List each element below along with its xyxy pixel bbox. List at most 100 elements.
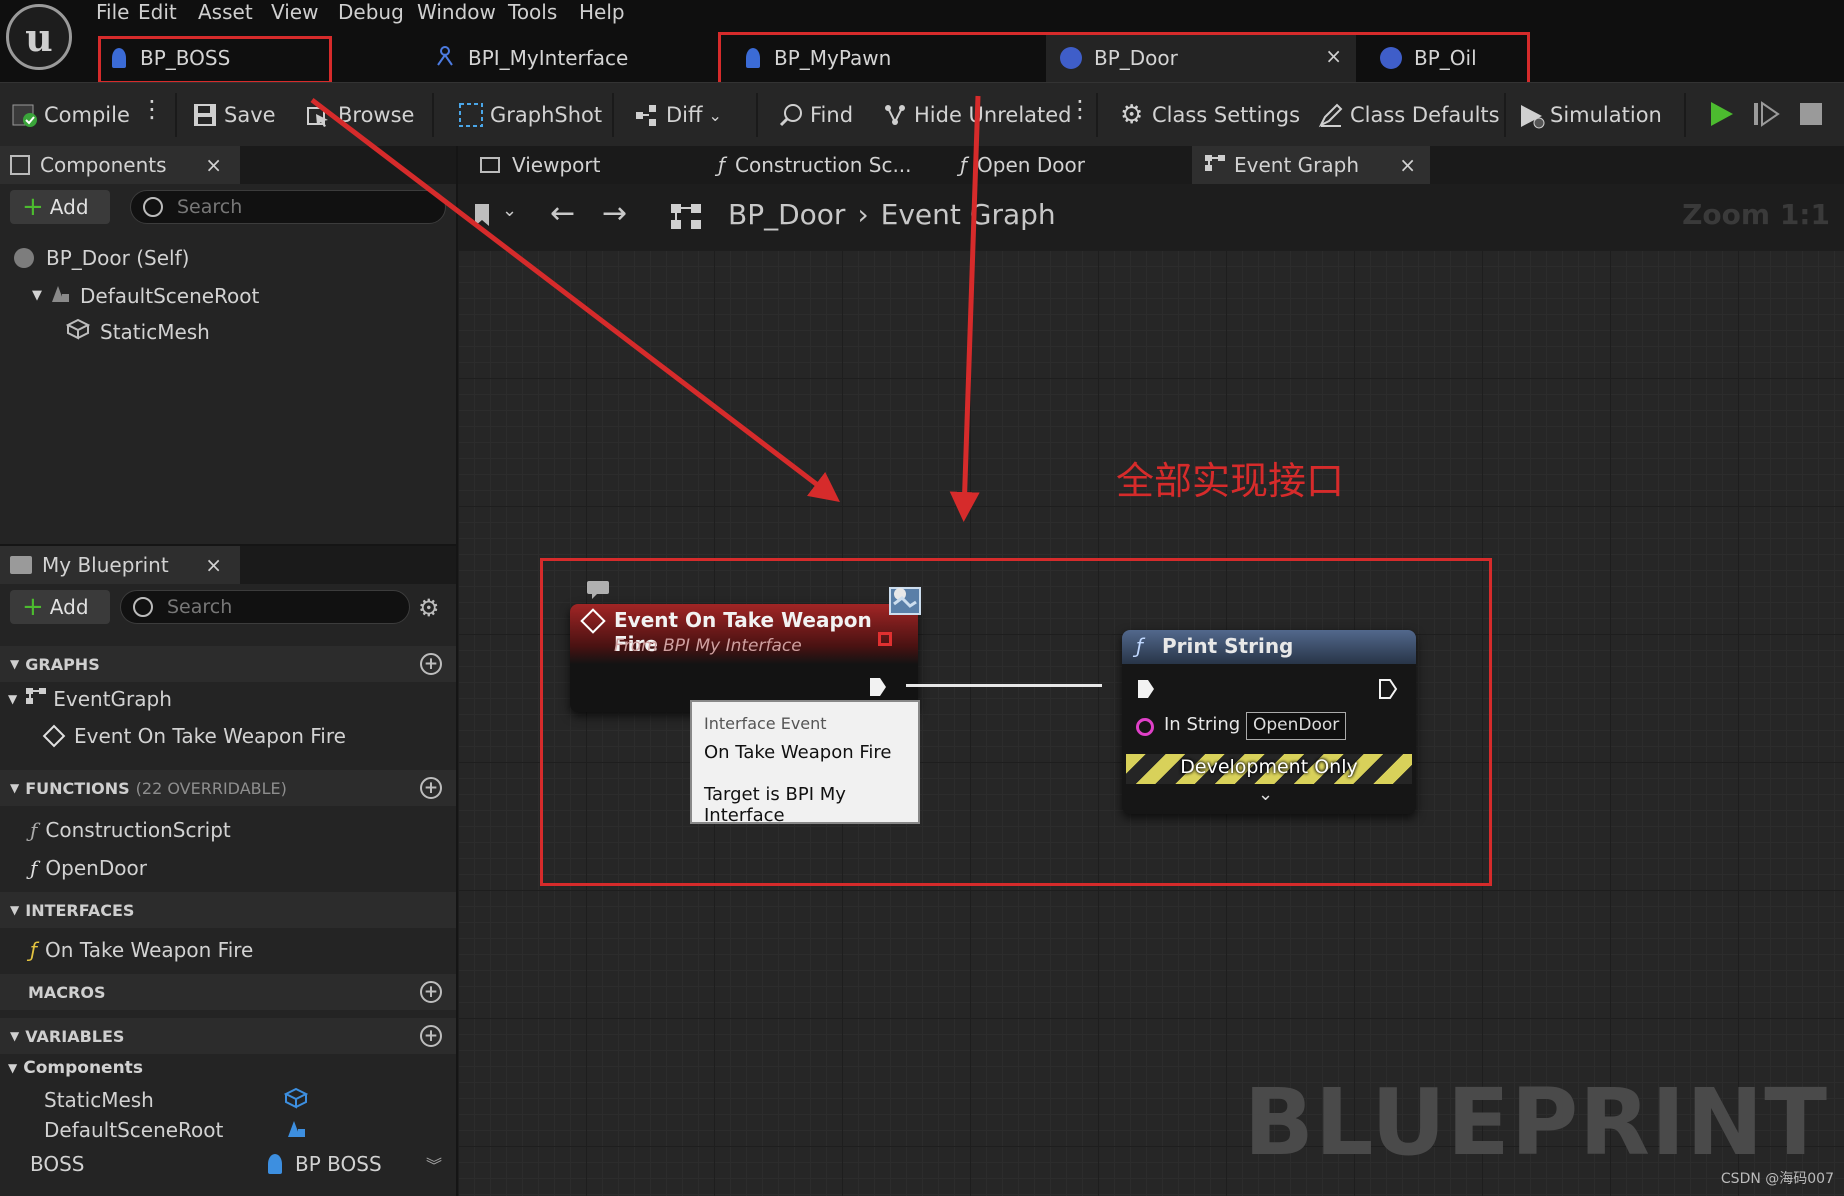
scene-component-type-icon — [286, 1117, 308, 1144]
chevron-down-icon[interactable]: ︾ — [426, 1152, 442, 1176]
variable-type-label: BP BOSS — [295, 1152, 382, 1176]
add-component-button[interactable]: + Add — [10, 190, 110, 224]
close-icon[interactable]: × — [205, 553, 222, 577]
string-pin-icon[interactable] — [1136, 718, 1154, 736]
blueprint-search-input[interactable]: Search — [120, 590, 410, 624]
browse-label: Browse — [338, 103, 415, 127]
interfaces-section-header[interactable]: ▼ INTERFACES — [0, 892, 456, 928]
section-label: INTERFACES — [25, 900, 135, 920]
menu-debug[interactable]: Debug — [338, 0, 404, 24]
event-graph-icon — [670, 202, 702, 236]
components-category[interactable]: ▼ Components — [8, 1058, 143, 1078]
variables-section-header[interactable]: ▼ VARIABLES + — [0, 1018, 456, 1054]
event-node-subtitle: From BPI My Interface — [614, 636, 802, 656]
tab-event-graph[interactable]: Event Graph × — [1192, 146, 1430, 184]
function-item-opendoor[interactable]: ƒ OpenDoor — [30, 856, 147, 880]
section-label: FUNCTIONS — [25, 778, 130, 798]
forward-arrow-icon[interactable]: → — [602, 196, 627, 231]
components-icon — [10, 155, 30, 175]
variable-item-boss[interactable]: BOSS BP BOSS ︾ — [30, 1152, 450, 1176]
hide-unrelated-options-icon[interactable]: ⋮ — [1068, 95, 1092, 131]
breadcrumb-root[interactable]: BP_Door — [728, 198, 845, 231]
separator — [1096, 93, 1098, 137]
variable-item-staticmesh[interactable]: StaticMesh — [44, 1087, 444, 1112]
exec-input-pin-icon[interactable] — [1136, 678, 1156, 704]
components-tab[interactable]: Components × — [0, 146, 240, 184]
print-string-node[interactable]: ƒ Print String In String OpenDoor Develo… — [1122, 630, 1416, 814]
compile-check-icon — [12, 102, 38, 128]
exec-output-pin-icon[interactable] — [1378, 678, 1398, 704]
hide-unrelated-button[interactable]: Hide Unrelated — [882, 97, 1072, 133]
close-icon[interactable]: × — [205, 153, 222, 177]
settings-gear-icon[interactable]: ⚙ — [418, 594, 440, 622]
tree-item-staticmesh[interactable]: StaticMesh — [65, 318, 210, 345]
tooltip-line-3: Target is BPI My Interface — [704, 784, 846, 826]
play-icon[interactable] — [1708, 99, 1736, 133]
collapse-arrow-icon: ▼ — [10, 657, 20, 671]
bookmark-icon[interactable] — [472, 202, 494, 234]
scene-root-icon — [50, 282, 70, 309]
variable-item-defaultsceneroot[interactable]: DefaultSceneRoot — [44, 1118, 444, 1142]
graph-tab-strip: Viewport ƒ Construction Sc... ƒ Open Doo… — [458, 146, 1844, 184]
tree-item-self[interactable]: BP_Door (Self) — [14, 246, 189, 270]
graphshot-button[interactable]: GraphShot — [458, 97, 602, 133]
add-function-icon[interactable]: + — [420, 777, 442, 799]
save-button[interactable]: Save — [192, 97, 276, 133]
my-blueprint-title: My Blueprint — [42, 553, 169, 577]
exec-output-pin-icon[interactable] — [868, 676, 888, 702]
event-node[interactable]: Event On Take Weapon Fire From BPI My In… — [570, 604, 918, 712]
simulation-icon — [1518, 102, 1545, 129]
functions-section-header[interactable]: ▼ FUNCTIONS (22 OVERRIDABLE) + — [0, 770, 456, 806]
class-settings-button[interactable]: ⚙ Class Settings — [1120, 97, 1300, 133]
unreal-logo-icon[interactable]: u — [6, 4, 72, 70]
tab-construction-script[interactable]: ƒ Construction Sc... — [706, 146, 936, 184]
event-graph-canvas[interactable]: 全部实现接口 Event On Take Weapon Fire From BP… — [458, 250, 1844, 1196]
menu-file[interactable]: File — [96, 0, 129, 24]
graph-item-eventgraph[interactable]: ▼ EventGraph — [8, 686, 172, 711]
find-button[interactable]: Find — [778, 97, 853, 133]
simulation-label: Simulation — [1550, 103, 1662, 127]
simulation-button[interactable]: Simulation — [1518, 97, 1662, 133]
pawn-type-icon — [268, 1154, 282, 1174]
add-macro-icon[interactable]: + — [420, 981, 442, 1003]
menu-help[interactable]: Help — [579, 0, 625, 24]
menu-edit[interactable]: Edit — [138, 0, 177, 24]
variable-name: DefaultSceneRoot — [44, 1118, 224, 1142]
stop-icon[interactable] — [1798, 101, 1824, 131]
menu-view[interactable]: View — [271, 0, 318, 24]
graphs-section-header[interactable]: ▼ GRAPHS + — [0, 646, 456, 682]
add-member-button[interactable]: + Add — [10, 590, 110, 624]
class-defaults-button[interactable]: Class Defaults — [1318, 97, 1500, 133]
back-arrow-icon[interactable]: ← — [550, 196, 575, 231]
tab-bpi-myinterface[interactable]: BPI_MyInterface — [420, 34, 700, 82]
delegate-pin-icon[interactable] — [878, 632, 892, 646]
in-string-input[interactable]: OpenDoor — [1246, 712, 1347, 740]
compile-options-icon[interactable]: ⋮ — [140, 95, 164, 131]
breadcrumb-current[interactable]: Event Graph — [881, 198, 1056, 231]
menu-tools[interactable]: Tools — [508, 0, 557, 24]
close-icon[interactable]: × — [1399, 153, 1416, 177]
function-item-constructionscript[interactable]: ƒ ConstructionScript — [30, 818, 231, 842]
chevron-down-icon[interactable]: ⌄ — [502, 200, 517, 221]
save-label: Save — [224, 103, 276, 127]
separator — [175, 93, 177, 137]
components-search-input[interactable]: Search — [130, 190, 446, 224]
browse-button[interactable]: Browse — [306, 97, 414, 133]
collapse-arrow-icon: ▼ — [8, 1061, 18, 1075]
step-icon[interactable] — [1752, 99, 1780, 133]
comment-bubble-icon[interactable] — [586, 580, 610, 604]
expand-chevron-icon[interactable]: ⌄ — [1258, 784, 1273, 805]
add-variable-icon[interactable]: + — [420, 1025, 442, 1047]
add-graph-icon[interactable]: + — [420, 653, 442, 675]
tab-open-door[interactable]: ƒ Open Door — [948, 146, 1178, 184]
graph-item-event-on-take-weapon-fire[interactable]: Event On Take Weapon Fire — [42, 724, 346, 748]
tab-viewport[interactable]: Viewport — [468, 146, 698, 184]
macros-section-header[interactable]: MACROS + — [0, 974, 456, 1010]
compile-button[interactable]: Compile — [12, 97, 130, 133]
tree-item-defaultsceneroot[interactable]: ▼ DefaultSceneRoot — [32, 282, 259, 309]
interface-item-on-take-weapon-fire[interactable]: ƒ On Take Weapon Fire — [30, 938, 253, 962]
diff-button[interactable]: Diff ⌄ — [634, 97, 722, 133]
menu-asset[interactable]: Asset — [198, 0, 253, 24]
menu-window[interactable]: Window — [417, 0, 496, 24]
my-blueprint-tab[interactable]: My Blueprint × — [0, 546, 240, 584]
